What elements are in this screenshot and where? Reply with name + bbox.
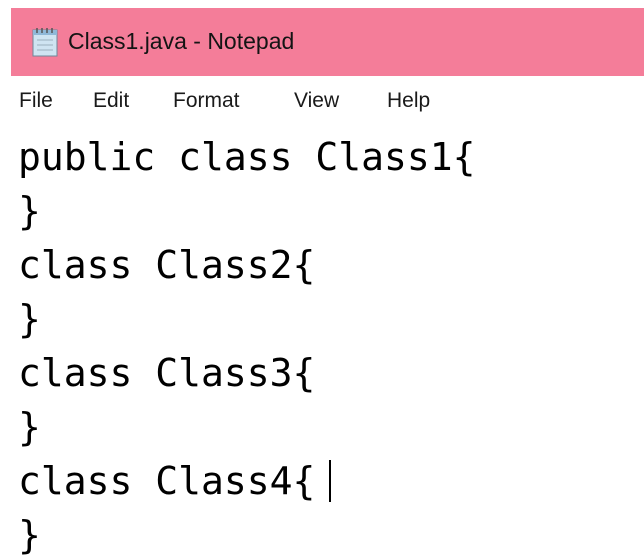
menu-item-help[interactable]: Help	[387, 85, 430, 117]
menu-item-edit[interactable]: Edit	[93, 85, 129, 117]
code-line: public class Class1{	[18, 135, 476, 179]
window-title: Class1.java - Notepad	[68, 28, 295, 54]
menu-item-format[interactable]: Format	[173, 85, 240, 117]
code-line: }	[18, 405, 41, 449]
title-bar[interactable]: Class1.java - Notepad	[0, 0, 644, 76]
menu-item-view[interactable]: View	[294, 85, 339, 117]
code-line: }	[18, 297, 41, 341]
menu-item-file[interactable]: File	[19, 85, 53, 117]
text-cursor	[329, 460, 331, 502]
code-line: class Class4{	[18, 459, 316, 503]
code-line: class Class3{	[18, 351, 316, 395]
code-line: class Class2{	[18, 243, 316, 287]
notepad-icon	[32, 27, 58, 57]
notepad-window: Class1.java - Notepad File Edit Format V…	[0, 0, 644, 557]
code-line: }	[18, 189, 41, 233]
code-line: }	[18, 513, 41, 557]
text-editor[interactable]: public class Class1{ } class Class2{ } c…	[0, 128, 644, 557]
menu-bar: File Edit Format View Help	[0, 76, 644, 128]
